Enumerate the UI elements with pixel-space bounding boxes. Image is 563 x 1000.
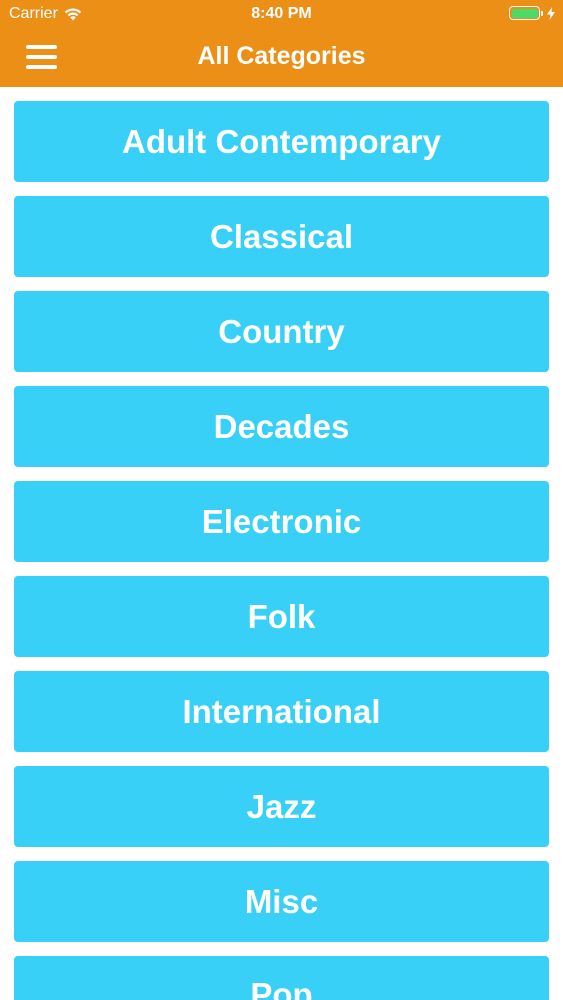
category-button-international[interactable]: International — [14, 671, 549, 752]
category-list: Adult Contemporary Classical Country Dec… — [0, 87, 563, 1000]
navigation-bar: All Categories — [0, 30, 563, 87]
top-bar: Carrier 8:40 PM All Categories — [0, 0, 563, 87]
battery-indicator — [509, 6, 555, 20]
category-button-folk[interactable]: Folk — [14, 576, 549, 657]
status-bar: Carrier 8:40 PM — [0, 0, 563, 30]
category-button-electronic[interactable]: Electronic — [14, 481, 549, 562]
category-button-decades[interactable]: Decades — [14, 386, 549, 467]
bolt-icon — [547, 6, 555, 20]
battery-level — [511, 8, 538, 18]
category-button-classical[interactable]: Classical — [14, 196, 549, 277]
status-time: 8:40 PM — [251, 5, 312, 22]
battery-cap — [541, 10, 543, 16]
battery-icon — [509, 6, 540, 20]
category-button-country[interactable]: Country — [14, 291, 549, 372]
category-button-pop[interactable]: Pop — [14, 956, 549, 1000]
category-button-jazz[interactable]: Jazz — [14, 766, 549, 847]
page-title: All Categories — [197, 42, 366, 70]
category-button-misc[interactable]: Misc — [14, 861, 549, 942]
category-button-adult-contemporary[interactable]: Adult Contemporary — [14, 101, 549, 182]
